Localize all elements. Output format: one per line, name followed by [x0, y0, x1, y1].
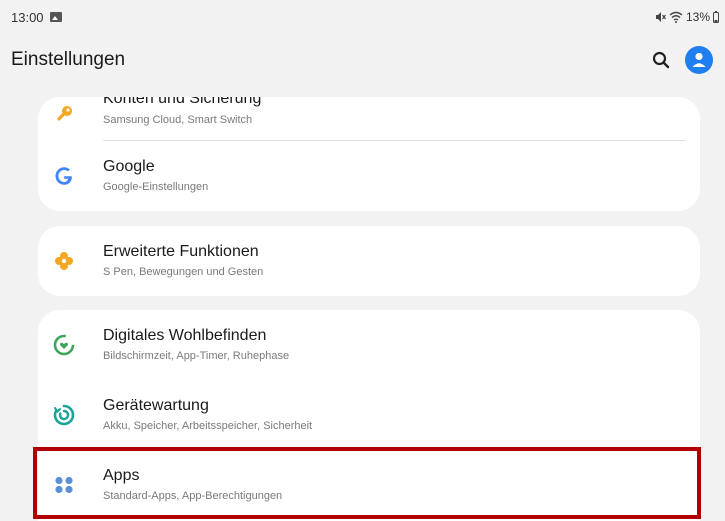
item-subtitle: S Pen, Bewegungen und Gesten [103, 266, 264, 278]
item-subtitle: Bildschirmzeit, App-Timer, Ruhephase [103, 350, 290, 362]
item-title: Digitales Wohlbefinden [103, 327, 267, 344]
gallery-icon [49, 12, 62, 22]
item-title: Erweiterte Funktionen [103, 243, 259, 260]
search-icon [652, 51, 670, 69]
item-text: Apps Standard-Apps, App-Berechtigungen [103, 450, 282, 520]
item-text: Konten und Sicherung Samsung Cloud, Smar… [103, 97, 261, 137]
item-text: Erweiterte Funktionen S Pen, Bewegungen … [103, 226, 263, 296]
battery-icon [713, 11, 719, 23]
item-title: Konten und Sicherung [103, 97, 262, 107]
battery-percent: 13% [685, 10, 710, 24]
google-icon [50, 162, 78, 190]
settings-group-advanced: Erweiterte Funktionen S Pen, Bewegungen … [38, 226, 700, 296]
status-right: 13% [654, 10, 719, 24]
settings-group-accounts: Konten und Sicherung Samsung Cloud, Smar… [38, 97, 700, 211]
page-title: Einstellungen [11, 49, 126, 70]
status-bar: 13:00 13% [0, 0, 725, 34]
settings-group-device: Digitales Wohlbefinden Bildschirmzeit, A… [38, 310, 700, 521]
item-subtitle: Standard-Apps, App-Berechtigungen [103, 490, 283, 502]
mute-icon [655, 12, 666, 22]
item-title: Gerätewartung [103, 397, 209, 414]
settings-item-google[interactable]: Google Google-Einstellungen [38, 141, 700, 211]
item-title: Google [103, 158, 155, 175]
app-bar: Einstellungen [0, 34, 725, 86]
advanced-features-icon [50, 247, 78, 275]
item-text: Google Google-Einstellungen [103, 141, 208, 211]
settings-item-accounts-backup[interactable]: Konten und Sicherung Samsung Cloud, Smar… [38, 97, 700, 141]
status-time: 13:00 [11, 9, 44, 25]
profile-icon [692, 52, 706, 67]
digital-wellbeing-icon [50, 331, 78, 359]
apps-icon [50, 471, 78, 499]
item-subtitle: Samsung Cloud, Smart Switch [103, 114, 253, 126]
settings-item-digital-wellbeing[interactable]: Digitales Wohlbefinden Bildschirmzeit, A… [38, 310, 700, 380]
item-text: Gerätewartung Akku, Speicher, Arbeitsspe… [103, 380, 312, 450]
device-care-icon [50, 401, 78, 429]
item-text: Digitales Wohlbefinden Bildschirmzeit, A… [103, 310, 289, 380]
search-button[interactable] [647, 46, 675, 74]
app-actions [647, 46, 713, 74]
item-subtitle: Google-Einstellungen [103, 181, 209, 193]
item-title: Apps [103, 467, 140, 484]
item-subtitle: Akku, Speicher, Arbeitsspeicher, Sicherh… [103, 420, 313, 432]
key-icon [50, 101, 78, 129]
settings-item-apps[interactable]: Apps Standard-Apps, App-Berechtigungen [38, 450, 700, 520]
profile-button[interactable] [685, 46, 713, 74]
status-left: 13:00 [11, 10, 62, 25]
wifi-icon [669, 11, 683, 23]
settings-item-advanced-features[interactable]: Erweiterte Funktionen S Pen, Bewegungen … [38, 226, 700, 296]
settings-item-device-care[interactable]: Gerätewartung Akku, Speicher, Arbeitsspe… [38, 380, 700, 450]
